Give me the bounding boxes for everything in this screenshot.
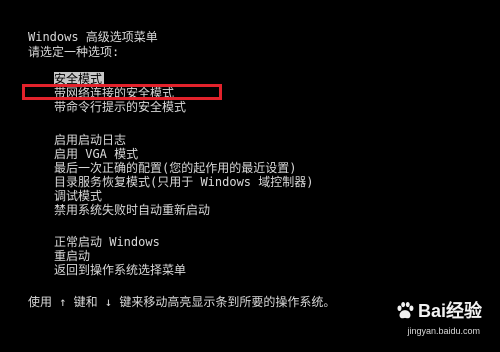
menu-item-reboot[interactable]: 重启动	[54, 249, 90, 263]
menu-title: Windows 高级选项菜单	[28, 30, 158, 44]
menu-prompt: 请选定一种选项:	[28, 45, 120, 59]
menu-item-safe-mode-command-prompt[interactable]: 带命令行提示的安全模式	[54, 100, 186, 114]
menu-item-vga-mode[interactable]: 启用 VGA 模式	[54, 147, 138, 161]
menu-item-last-known-good[interactable]: 最后一次正确的配置(您的起作用的最近设置)	[54, 161, 296, 175]
menu-item-directory-services-restore[interactable]: 目录服务恢复模式(只用于 Windows 域控制器)	[54, 175, 313, 189]
menu-item-return-to-os-choices[interactable]: 返回到操作系统选择菜单	[54, 263, 186, 277]
watermark-brand: Bai经验	[417, 301, 482, 321]
boot-menu-screen: Windows 高级选项菜单 请选定一种选项: 安全模式 带网络连接的安全模式 …	[0, 0, 500, 352]
menu-item-start-normally[interactable]: 正常启动 Windows	[54, 235, 160, 249]
baidu-paw-icon	[397, 302, 414, 319]
menu-item-boot-logging[interactable]: 启用启动日志	[54, 133, 126, 147]
baidu-jingyan-watermark: Bai经验	[394, 300, 482, 322]
footer-hint: 使用 ↑ 键和 ↓ 键来移动高亮显示条到所要的操作系统。	[28, 295, 336, 309]
annotation-highlight-box	[22, 84, 222, 100]
menu-item-disable-auto-restart[interactable]: 禁用系统失败时自动重新启动	[54, 203, 210, 217]
watermark-url: jingyan.baidu.com	[407, 326, 480, 336]
menu-item-debugging-mode[interactable]: 调试模式	[54, 189, 102, 203]
